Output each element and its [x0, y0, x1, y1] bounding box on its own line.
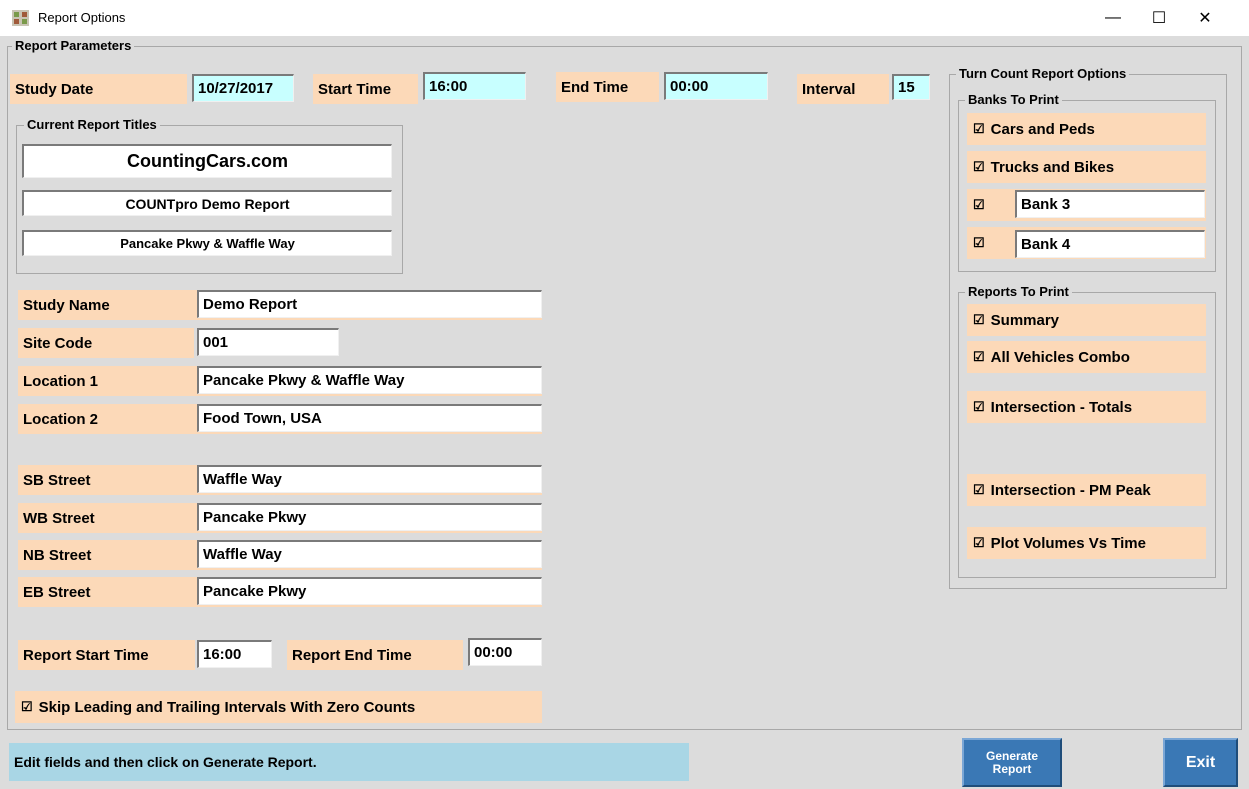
checkbox-checked-icon: ☑ [973, 312, 985, 327]
report-plot-volumes-checkbox[interactable]: ☑ Plot Volumes Vs Time [967, 527, 1206, 559]
close-icon: ✕ [1198, 10, 1212, 27]
nb-street-input[interactable]: Waffle Way [197, 540, 542, 568]
site-code-label: Site Code [18, 328, 194, 358]
end-time-label: End Time [556, 72, 659, 102]
generate-report-label-line2: Report [992, 761, 1032, 776]
report-end-time-input[interactable]: 00:00 [468, 638, 542, 666]
report-summary-checkbox[interactable]: ☑ Summary [967, 304, 1206, 336]
report-title-2-input[interactable]: COUNTpro Demo Report [22, 190, 392, 216]
report-parameters-legend: Report Parameters [12, 38, 135, 54]
reports-to-print-legend: Reports To Print [965, 284, 1072, 300]
location-1-label: Location 1 [23, 372, 99, 390]
report-intersection-totals-checkbox[interactable]: ☑ Intersection - Totals [967, 391, 1206, 423]
maximize-button[interactable]: ☐ [1136, 0, 1182, 36]
report-intersection-pm-peak-checkbox[interactable]: ☑ Intersection - PM Peak [967, 474, 1206, 506]
turn-count-options-legend: Turn Count Report Options [956, 66, 1130, 82]
report-all-vehicles-combo-label: All Vehicles Combo [990, 348, 1130, 366]
generate-report-button[interactable]: Generate Report [962, 738, 1062, 787]
bank-3-name-input[interactable]: Bank 3 [1015, 190, 1205, 218]
minimize-icon: — [1105, 9, 1121, 26]
study-date-label: Study Date [10, 74, 187, 104]
banks-to-print-legend: Banks To Print [965, 92, 1062, 108]
location-1-input[interactable]: Pancake Pkwy & Waffle Way [197, 366, 542, 394]
wb-street-label: WB Street [23, 509, 95, 527]
interval-label: Interval [797, 74, 889, 104]
checkbox-checked-icon: ☑ [973, 159, 985, 174]
study-date-input[interactable]: 10/27/2017 [192, 74, 294, 102]
maximize-icon: ☐ [1151, 10, 1167, 27]
minimize-button[interactable]: — [1090, 0, 1136, 36]
checkbox-checked-icon: ☑ [973, 235, 985, 250]
study-name-input[interactable]: Demo Report [197, 290, 542, 318]
report-title-1-input[interactable]: CountingCars.com [22, 144, 392, 178]
sb-street-input[interactable]: Waffle Way [197, 465, 542, 493]
checkbox-checked-icon: ☑ [973, 399, 985, 414]
report-title-3-input[interactable]: Pancake Pkwy & Waffle Way [22, 230, 392, 256]
status-message: Edit fields and then click on Generate R… [9, 743, 689, 781]
checkbox-checked-icon: ☑ [973, 197, 985, 212]
nb-street-label: NB Street [23, 546, 92, 564]
report-all-vehicles-combo-checkbox[interactable]: ☑ All Vehicles Combo [967, 341, 1206, 373]
exit-button[interactable]: Exit [1163, 738, 1238, 787]
eb-street-input[interactable]: Pancake Pkwy [197, 577, 542, 605]
end-time-input[interactable]: 00:00 [664, 72, 768, 100]
window-title: Report Options [38, 10, 126, 25]
wb-street-input[interactable]: Pancake Pkwy [197, 503, 542, 531]
skip-zero-intervals-label: Skip Leading and Trailing Intervals With… [38, 698, 416, 716]
location-2-input[interactable]: Food Town, USA [197, 404, 542, 432]
bank-4-name-input[interactable]: Bank 4 [1015, 230, 1205, 258]
report-summary-label: Summary [990, 311, 1060, 329]
sb-street-label: SB Street [23, 471, 91, 489]
bank-cars-and-peds-label: Cars and Peds [990, 120, 1095, 138]
report-start-time-input[interactable]: 16:00 [197, 640, 272, 668]
checkbox-checked-icon: ☑ [973, 121, 985, 136]
checkbox-checked-icon: ☑ [21, 699, 33, 714]
generate-report-label-line1: Generate [985, 748, 1039, 763]
bank-trucks-and-bikes-label: Trucks and Bikes [990, 158, 1115, 176]
bank-cars-and-peds-checkbox[interactable]: ☑ Cars and Peds [967, 113, 1206, 145]
interval-input[interactable]: 15 [892, 74, 930, 100]
checkbox-checked-icon: ☑ [973, 482, 985, 497]
eb-street-label: EB Street [23, 583, 91, 601]
report-intersection-totals-label: Intersection - Totals [990, 398, 1133, 416]
start-time-label: Start Time [313, 74, 418, 104]
report-end-time-label: Report End Time [287, 640, 463, 670]
app-icon [12, 10, 29, 26]
bank-trucks-and-bikes-checkbox[interactable]: ☑ Trucks and Bikes [967, 151, 1206, 183]
close-button[interactable]: ✕ [1182, 0, 1228, 36]
site-code-input[interactable]: 001 [197, 328, 339, 356]
report-titles-legend: Current Report Titles [24, 117, 160, 133]
start-time-input[interactable]: 16:00 [423, 72, 526, 100]
title-bar: Report Options — ☐ ✕ [0, 0, 1249, 36]
study-name-label: Study Name [23, 296, 110, 314]
report-intersection-pm-peak-label: Intersection - PM Peak [990, 481, 1151, 499]
checkbox-checked-icon: ☑ [973, 349, 985, 364]
skip-zero-intervals-checkbox[interactable]: ☑ Skip Leading and Trailing Intervals Wi… [15, 691, 542, 723]
report-start-time-label: Report Start Time [18, 640, 195, 670]
location-2-label: Location 2 [23, 410, 99, 428]
checkbox-checked-icon: ☑ [973, 535, 985, 550]
report-plot-volumes-label: Plot Volumes Vs Time [990, 534, 1146, 552]
